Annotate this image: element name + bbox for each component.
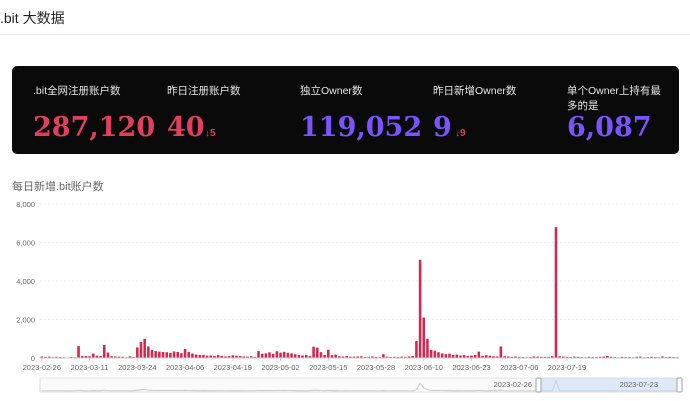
chart-bar[interactable] (437, 352, 440, 358)
stat-value: 40 (167, 112, 205, 143)
chart-bar[interactable] (422, 317, 426, 358)
chart-bar[interactable] (150, 349, 154, 358)
chart-bar[interactable] (106, 352, 110, 358)
chart-bar[interactable] (448, 353, 451, 358)
chart-bar[interactable] (161, 352, 165, 358)
chart-bar[interactable] (264, 353, 268, 358)
chart-bar[interactable] (415, 341, 418, 358)
x-tick-label: 2023-04-06 (166, 363, 204, 372)
chart-bar[interactable] (139, 342, 143, 358)
x-tick-label: 2023-03-11 (71, 363, 109, 372)
x-tick-label: 2023-05-28 (357, 363, 395, 372)
x-tick-label: 2023-07-19 (548, 363, 586, 372)
stat-value: 6,087 (567, 112, 652, 143)
chart-bar[interactable] (180, 353, 183, 358)
chart-bar[interactable] (187, 351, 191, 358)
chart-bar[interactable] (275, 351, 279, 358)
chart-bar[interactable] (440, 353, 444, 358)
chart-bar[interactable] (286, 352, 290, 358)
zoom-slider-selection[interactable] (539, 378, 679, 392)
chart-bar[interactable] (327, 349, 330, 358)
chart-bar[interactable] (315, 347, 319, 358)
y-tick-label: 8,000 (16, 200, 35, 209)
chart-bar[interactable] (268, 352, 271, 358)
chart-bar[interactable] (382, 354, 385, 358)
chart-bar[interactable] (169, 352, 172, 358)
y-tick-label: 0 (31, 354, 35, 363)
chart-bar[interactable] (260, 353, 264, 358)
zoom-slider-handle-left[interactable] (535, 377, 542, 393)
x-tick-label: 2023-06-23 (452, 363, 490, 372)
stat-value: 119,052 (300, 112, 423, 143)
chart-bar[interactable] (77, 346, 80, 358)
y-tick-label: 2,000 (16, 316, 35, 325)
chart-bar[interactable] (455, 354, 459, 358)
y-axis-ticks: 0 2,000 4,000 6,000 8,000 (16, 200, 35, 363)
chart-bar[interactable] (499, 346, 503, 358)
stat-label: 独立Owner数 (300, 85, 363, 97)
y-tick-label: 6,000 (16, 239, 35, 248)
chart-bar[interactable] (102, 344, 106, 358)
stat-label: 单个Owner上持有最多的是 (567, 85, 661, 112)
chart-bar[interactable] (191, 353, 194, 358)
x-tick-label: 2023-04-19 (214, 363, 252, 372)
chart-bar[interactable] (91, 353, 95, 358)
chart-bar[interactable] (257, 351, 260, 358)
stat-delta-down: ↓9 (455, 128, 466, 139)
chart-bar[interactable] (290, 353, 293, 358)
stat-label: 昨日新增Owner数 (433, 85, 517, 97)
daily-accounts-chart: 0 2,000 4,000 6,000 8,000 2023-02-26 2023-03-… (16, 200, 683, 393)
chart-bar[interactable] (433, 350, 437, 359)
x-tick-label: 2023-02-26 (23, 363, 61, 372)
page-title: .bit 大数据 (0, 10, 65, 26)
stat-delta-down: ↓5 (205, 128, 216, 139)
stat-value: 9 (433, 112, 452, 143)
chart-bar[interactable] (147, 346, 150, 358)
chart-bar[interactable] (477, 351, 481, 358)
stats-panel: .bit全网注册账户数 287,120 昨日注册账户数 40 ↓5 独立Owne… (12, 66, 679, 154)
zoom-slider-handle-right[interactable] (676, 377, 683, 393)
chart-bar[interactable] (319, 352, 323, 358)
x-tick-label: 2023-07-06 (500, 363, 538, 372)
zoom-slider-start-label: 2023-02-26 (494, 380, 532, 389)
chart-bar[interactable] (418, 259, 422, 358)
chart-bar[interactable] (183, 348, 187, 358)
zoom-slider[interactable]: 2023-02-26 2023-07-23 (39, 377, 683, 393)
chart-bar[interactable] (158, 351, 161, 358)
chart-bar[interactable] (176, 352, 179, 358)
x-axis-ticks: 2023-02-26 2023-03-11 2023-03-24 2023-04-06… (23, 358, 586, 372)
chart-bar[interactable] (312, 346, 315, 358)
chart-bars (40, 227, 679, 359)
x-tick-label: 2023-05-02 (261, 363, 299, 372)
chart-bar[interactable] (172, 351, 176, 359)
chart-bar[interactable] (154, 351, 157, 358)
chart-bar[interactable] (282, 351, 286, 358)
chart-bar[interactable] (554, 227, 558, 358)
stat-label: 昨日注册账户数 (167, 85, 241, 97)
x-tick-label: 2023-06-10 (405, 363, 443, 372)
stat-label: .bit全网注册账户数 (33, 85, 121, 97)
x-tick-label: 2023-03-24 (118, 363, 156, 372)
y-tick-label: 4,000 (16, 277, 35, 286)
chart-bar[interactable] (143, 338, 146, 358)
chart-bar[interactable] (279, 352, 282, 358)
chart-bar[interactable] (293, 354, 297, 358)
chart-bar[interactable] (444, 354, 448, 358)
chart-bar[interactable] (334, 354, 337, 358)
chart-bar[interactable] (429, 349, 433, 358)
zoom-slider-end-label: 2023-07-23 (620, 380, 658, 389)
chart-bar[interactable] (136, 347, 139, 358)
x-tick-label: 2023-05-15 (309, 363, 347, 372)
chart-bar[interactable] (194, 354, 198, 358)
top-bar: .bit 大数据 (0, 0, 690, 35)
chart-bar[interactable] (165, 352, 168, 358)
chart-bar[interactable] (271, 353, 275, 358)
chart-grid (40, 203, 679, 320)
stat-value: 287,120 (33, 112, 156, 143)
chart-bar[interactable] (426, 338, 429, 358)
